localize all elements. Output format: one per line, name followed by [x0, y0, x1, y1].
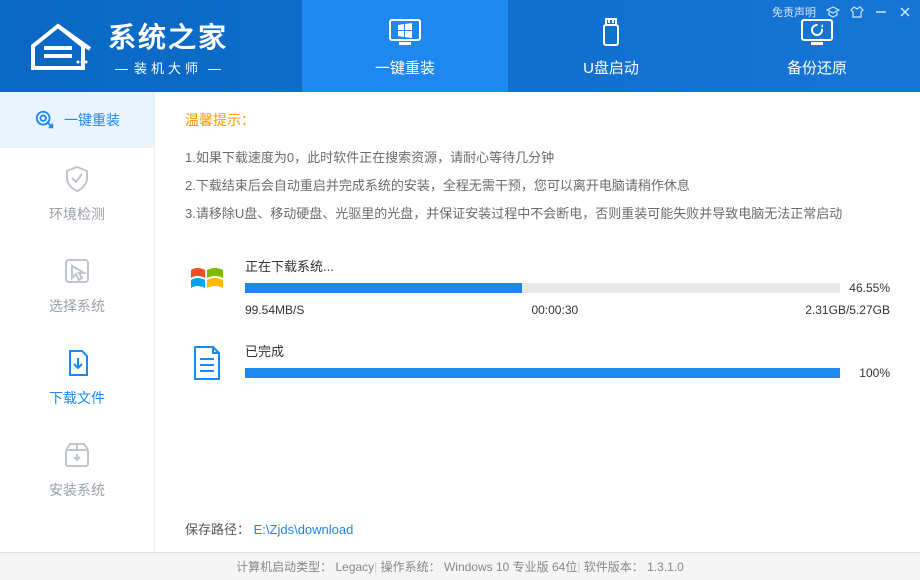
- download-progress-bar: [245, 283, 840, 293]
- footer-os: 操作系统： Windows 10 专业版 64位: [374, 558, 577, 575]
- monitor-windows-icon: [387, 15, 423, 51]
- app-subtitle: 装机大师: [108, 58, 228, 77]
- tab-one-click-reinstall[interactable]: 一键重装: [302, 0, 508, 92]
- usb-drive-icon: [593, 15, 629, 51]
- shield-check-icon: [62, 164, 92, 194]
- sidebar-item-download[interactable]: 下载文件: [0, 332, 154, 424]
- sidebar-item-label: 下载文件: [49, 388, 105, 408]
- done-progress-bar: [245, 368, 840, 378]
- close-icon[interactable]: [898, 5, 912, 19]
- select-arrow-icon: [62, 256, 92, 286]
- box-install-icon: [62, 440, 92, 470]
- save-path: 保存路径： E:\Zjds\download: [185, 519, 353, 538]
- document-icon: [185, 341, 229, 385]
- sidebar-item-select-system[interactable]: 选择系统: [0, 240, 154, 332]
- download-elapsed: 00:00:30: [531, 303, 578, 317]
- minimize-icon[interactable]: [874, 5, 888, 19]
- house-logo-icon: [18, 16, 98, 76]
- sidebar-item-install[interactable]: 安装系统: [0, 424, 154, 516]
- done-label: 已完成: [245, 341, 890, 360]
- download-done-row: 已完成 100%: [185, 341, 890, 385]
- file-download-icon: [62, 348, 92, 378]
- sidebar-item-env-check[interactable]: 环境检测: [0, 148, 154, 240]
- sidebar-top-one-click[interactable]: 一键重装: [0, 92, 154, 148]
- footer-boot-type: 计算机启动类型： Legacy: [236, 558, 374, 575]
- tab-label: U盘启动: [583, 57, 639, 78]
- download-speed: 99.54MB/S: [245, 303, 304, 317]
- disclaimer-link[interactable]: 免责声明: [772, 4, 816, 20]
- tip-line: 1.如果下载速度为0，此时软件正在搜索资源，请耐心等待几分钟: [185, 144, 890, 172]
- app-title: 系统之家: [108, 16, 228, 56]
- tab-label: 备份还原: [787, 57, 847, 78]
- sidebar: 一键重装 环境检测 选择系统 下载文件 安装系统: [0, 92, 155, 552]
- footer-version: 软件版本： 1.3.1.0: [577, 558, 684, 575]
- tab-usb-boot[interactable]: U盘启动: [508, 0, 714, 92]
- target-click-icon: [34, 109, 56, 131]
- save-path-label: 保存路径：: [185, 522, 250, 537]
- logo-area: 系统之家 装机大师: [0, 0, 302, 92]
- save-path-value[interactable]: E:\Zjds\download: [254, 522, 354, 537]
- tshirt-icon[interactable]: [850, 5, 864, 19]
- status-bar: 计算机启动类型： Legacy 操作系统： Windows 10 专业版 64位…: [0, 552, 920, 580]
- download-size: 2.31GB/5.27GB: [805, 303, 890, 317]
- sidebar-item-label: 一键重装: [64, 110, 120, 130]
- graduation-icon[interactable]: [826, 5, 840, 19]
- tab-label: 一键重装: [375, 57, 435, 78]
- window-controls: 免责声明: [772, 4, 912, 20]
- windows-logo-icon: [185, 256, 229, 300]
- download-system-row: 正在下载系统... 46.55% 99.54MB/S 00:00:30 2.31…: [185, 256, 890, 317]
- main-content: 温馨提示： 1.如果下载速度为0，此时软件正在搜索资源，请耐心等待几分钟 2.下…: [155, 92, 920, 552]
- download-percent: 46.55%: [846, 281, 890, 295]
- tips-title: 温馨提示：: [185, 110, 890, 130]
- sidebar-item-label: 选择系统: [49, 296, 105, 316]
- sidebar-item-label: 安装系统: [49, 480, 105, 500]
- sidebar-item-label: 环境检测: [49, 204, 105, 224]
- tip-line: 2.下载结束后会自动重启并完成系统的安装，全程无需干预，您可以离开电脑请稍作休息: [185, 172, 890, 200]
- tip-line: 3.请移除U盘、移动硬盘、光驱里的光盘，并保证安装过程中不会断电，否则重装可能失…: [185, 200, 890, 228]
- download-status-label: 正在下载系统...: [245, 256, 890, 275]
- done-percent: 100%: [846, 366, 890, 380]
- app-header: 系统之家 装机大师 一键重装 U盘启动: [0, 0, 920, 92]
